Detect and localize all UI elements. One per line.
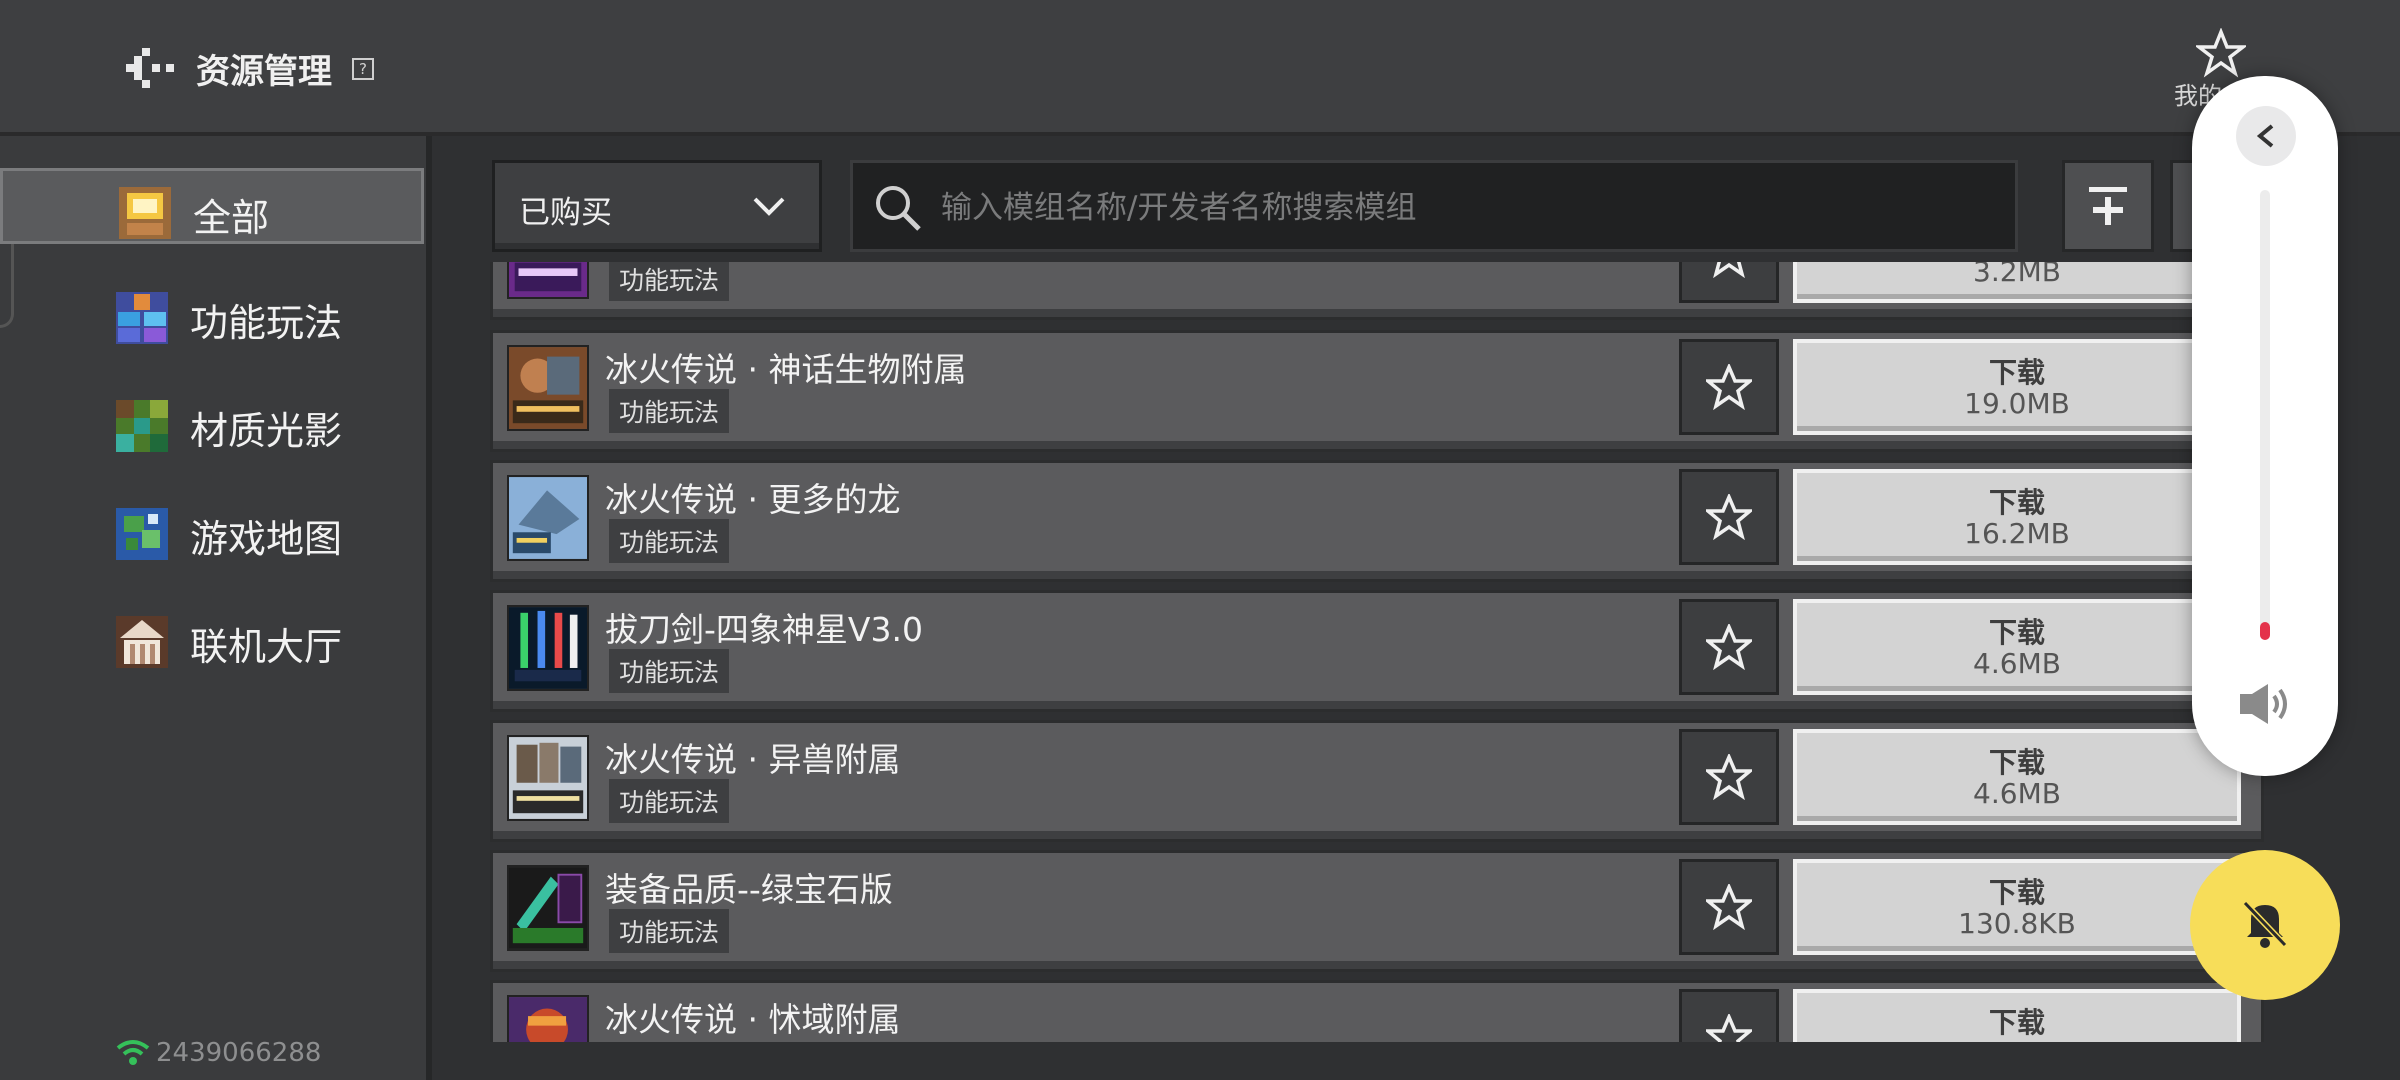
- download-button[interactable]: 3.2MB: [1793, 262, 2241, 303]
- favorite-button[interactable]: [1679, 859, 1779, 955]
- file-size: 4.6MB: [1973, 777, 2061, 810]
- to-top-icon: [2089, 187, 2127, 225]
- list-item: 冰火传说 · 更多的龙 功能玩法 下载 16.2MB: [490, 460, 2264, 582]
- bell-off-icon: [2242, 900, 2288, 948]
- sidebar-item-map[interactable]: 游戏地图: [0, 492, 424, 568]
- mod-thumbnail: [507, 735, 589, 821]
- search-input[interactable]: [939, 181, 2003, 235]
- all-icon: [119, 187, 171, 239]
- download-label: 下载: [1988, 486, 2045, 519]
- back-icon[interactable]: [120, 46, 176, 90]
- mod-name: 装备品质--绿宝石版: [605, 870, 893, 909]
- mod-name: 冰火传说 · 更多的龙: [605, 480, 901, 519]
- star-icon: [1706, 494, 1752, 540]
- mod-name: 冰火传说 · 怵域附属: [605, 1000, 901, 1039]
- download-label: 下载: [1988, 746, 2045, 779]
- mod-list: 功能玩法 3.2MB 冰火传说 · 神话生物附属 功能玩法 下载 19.0MB: [490, 262, 2270, 1042]
- list-item: 冰火传说 · 神话生物附属 功能玩法 下载 19.0MB: [490, 330, 2264, 452]
- search-box[interactable]: [850, 160, 2018, 252]
- star-icon: [1706, 624, 1752, 670]
- list-item: 拔刀剑-四象神星V3.0 功能玩法 下载 4.6MB: [490, 590, 2264, 712]
- file-size: 3.2MB: [1973, 262, 2061, 288]
- header-bar: 资源管理 ? 我的: [0, 0, 2400, 136]
- category-tag: 功能玩法: [609, 519, 730, 563]
- mod-thumbnail: [507, 262, 589, 299]
- sidebar-item-label: 游戏地图: [190, 517, 343, 561]
- star-icon: [1706, 1014, 1752, 1042]
- help-icon[interactable]: ?: [352, 58, 374, 80]
- file-size: 16.2MB: [1964, 517, 2070, 550]
- filter-value: 已购买: [519, 195, 612, 231]
- favorite-button[interactable]: [1679, 989, 1779, 1042]
- star-icon: [1706, 884, 1752, 930]
- chevron-down-icon: [753, 197, 785, 216]
- file-size: 130.8KB: [1958, 907, 2076, 940]
- file-size: 19.0MB: [1964, 387, 2070, 420]
- favorite-button[interactable]: [1679, 729, 1779, 825]
- volume-slider[interactable]: [2260, 190, 2270, 640]
- sidebar-item-label: 联机大厅: [190, 625, 343, 669]
- sidebar-item-lobby[interactable]: 联机大厅: [0, 600, 424, 676]
- search-icon: [876, 186, 921, 231]
- sidebar-item-all[interactable]: 全部: [0, 168, 424, 244]
- sidebar-item-label: 功能玩法: [190, 301, 343, 345]
- chevron-left-icon: [2256, 124, 2274, 148]
- sidebar-item-label: 全部: [193, 196, 270, 240]
- mod-thumbnail: [507, 345, 589, 431]
- collapse-button[interactable]: [2236, 106, 2296, 166]
- star-icon: [1706, 364, 1752, 410]
- download-button[interactable]: 下载 4.6MB: [1793, 599, 2241, 695]
- mod-thumbnail: [507, 995, 589, 1042]
- favorite-button[interactable]: [1679, 599, 1779, 695]
- mod-thumbnail: [507, 605, 589, 691]
- gameplay-icon: [116, 292, 168, 344]
- account-id: 2439066288: [156, 1038, 322, 1068]
- sidebar-item-gameplay[interactable]: 功能玩法: [0, 276, 424, 352]
- download-label: 下载: [1988, 616, 2045, 649]
- category-tag: 功能玩法: [609, 389, 730, 433]
- sidebar-item-texture[interactable]: 材质光影: [0, 384, 424, 460]
- star-icon: [1713, 262, 1745, 278]
- favorite-button[interactable]: [1679, 469, 1779, 565]
- download-label: 下载: [1988, 876, 2045, 909]
- mod-thumbnail: [507, 865, 589, 951]
- download-label: 下载: [1988, 1006, 2045, 1039]
- download-button[interactable]: 下载 19.0MB: [1793, 339, 2241, 435]
- mod-name: 冰火传说 · 异兽附属: [605, 740, 901, 779]
- list-item: 冰火传说 · 异兽附属 功能玩法 下载 4.6MB: [490, 720, 2264, 842]
- download-button[interactable]: 下载 16.2MB: [1793, 469, 2241, 565]
- download-button[interactable]: 下载: [1793, 989, 2241, 1042]
- star-icon: [1706, 754, 1752, 800]
- favorite-button[interactable]: [1679, 262, 1779, 303]
- category-tag: 功能玩法: [609, 649, 730, 693]
- wifi-icon: [116, 1040, 150, 1065]
- category-tag: 功能玩法: [609, 909, 730, 953]
- scroll-to-top-button[interactable]: [2062, 160, 2154, 252]
- download-button[interactable]: 下载 130.8KB: [1793, 859, 2241, 955]
- lobby-icon: [116, 616, 168, 668]
- volume-level: [2260, 622, 2270, 640]
- map-icon: [116, 508, 168, 560]
- mod-thumbnail: [507, 475, 589, 561]
- favorite-button[interactable]: [1679, 339, 1779, 435]
- page-title: 资源管理: [196, 52, 332, 92]
- mod-name: 拔刀剑-四象神星V3.0: [605, 610, 923, 649]
- star-icon[interactable]: [2196, 28, 2246, 78]
- file-size: 4.6MB: [1973, 647, 2061, 680]
- download-button[interactable]: 下载 4.6MB: [1793, 729, 2241, 825]
- mod-name: 冰火传说 · 神话生物附属: [605, 350, 967, 389]
- category-tag: 功能玩法: [609, 779, 730, 823]
- purchase-filter-dropdown[interactable]: 已购买: [492, 160, 822, 252]
- speaker-icon[interactable]: [2238, 680, 2292, 728]
- volume-panel: [2192, 76, 2338, 776]
- notification-mute-button[interactable]: [2190, 850, 2340, 1000]
- texture-icon: [116, 400, 168, 452]
- list-item: 装备品质--绿宝石版 功能玩法 下载 130.8KB: [490, 850, 2264, 972]
- list-item: 功能玩法 3.2MB: [490, 262, 2264, 320]
- list-item: 冰火传说 · 怵域附属 下载: [490, 980, 2264, 1042]
- category-sidebar: 全部 功能玩法 材质光影 游戏地图 联机大厅 2439066288: [0, 136, 432, 1080]
- download-label: 下载: [1988, 356, 2045, 389]
- category-tag: 功能玩法: [609, 262, 730, 301]
- sidebar-item-label: 材质光影: [190, 409, 343, 453]
